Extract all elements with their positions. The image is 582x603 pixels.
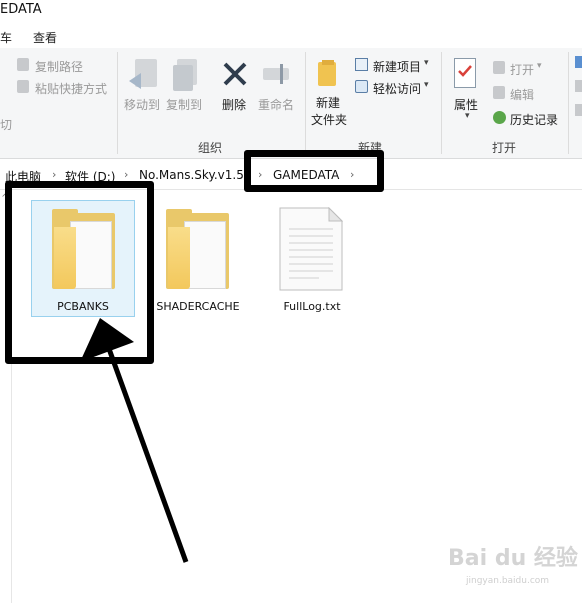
annotation-arrow xyxy=(80,318,189,563)
baidu-watermark-url: jingyan.baidu.com xyxy=(466,576,550,586)
baidu-watermark: Bai du 经验 xyxy=(448,546,578,571)
